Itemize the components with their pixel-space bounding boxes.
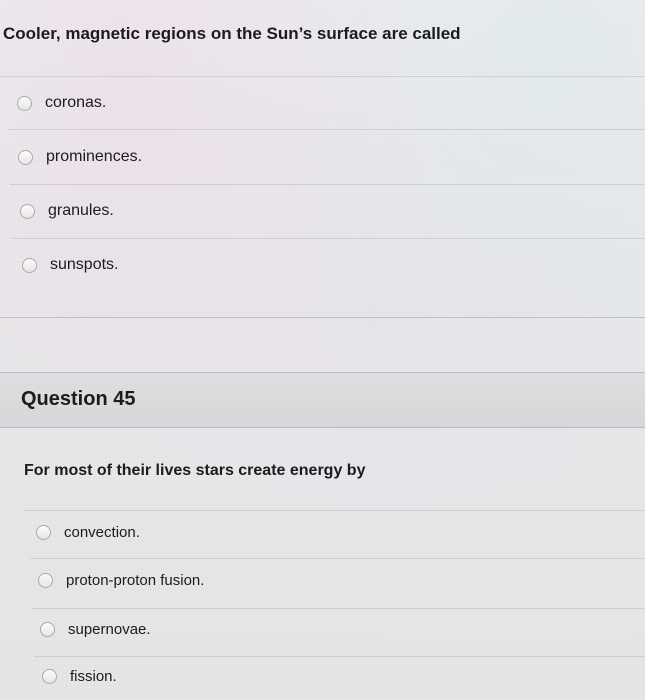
option-sunspots[interactable]: sunspots.: [22, 256, 118, 274]
radio-button[interactable]: [20, 203, 35, 219]
question-45-header: Question 45: [0, 372, 645, 428]
divider: [24, 510, 645, 511]
divider: [0, 76, 645, 77]
radio-button[interactable]: [17, 95, 32, 111]
radio-button[interactable]: [42, 669, 57, 684]
option-proton-proton-fusion[interactable]: proton-proton fusion.: [38, 572, 204, 589]
divider: [12, 238, 645, 239]
option-supernovae[interactable]: supernovae.: [40, 621, 151, 638]
option-label: convection.: [64, 524, 140, 541]
option-prominences[interactable]: prominences.: [18, 148, 142, 166]
divider: [34, 656, 645, 657]
option-label: coronas.: [45, 94, 107, 111]
radio-button[interactable]: [40, 622, 55, 637]
radio-button[interactable]: [36, 525, 51, 540]
question-45-prompt: For most of their lives stars create ene…: [24, 462, 366, 479]
divider: [30, 558, 645, 559]
option-label: granules.: [48, 202, 114, 219]
option-label: prominences.: [46, 148, 143, 165]
option-label: fission.: [70, 668, 117, 685]
divider: [0, 317, 645, 318]
option-label: proton-proton fusion.: [66, 572, 205, 589]
question-title: Question 45: [21, 388, 136, 410]
divider: [8, 129, 645, 130]
option-label: sunspots.: [50, 256, 119, 273]
radio-button[interactable]: [22, 257, 37, 273]
question-44-prompt: Cooler, magnetic regions on the Sun’s su…: [3, 24, 461, 43]
option-convection[interactable]: convection.: [36, 524, 140, 541]
option-fission[interactable]: fission.: [42, 668, 117, 685]
radio-button[interactable]: [38, 573, 53, 588]
divider: [10, 184, 645, 185]
option-granules[interactable]: granules.: [20, 202, 114, 220]
option-label: supernovae.: [68, 621, 151, 638]
radio-button[interactable]: [18, 149, 33, 165]
option-coronas[interactable]: coronas.: [17, 94, 106, 112]
divider: [32, 608, 645, 609]
